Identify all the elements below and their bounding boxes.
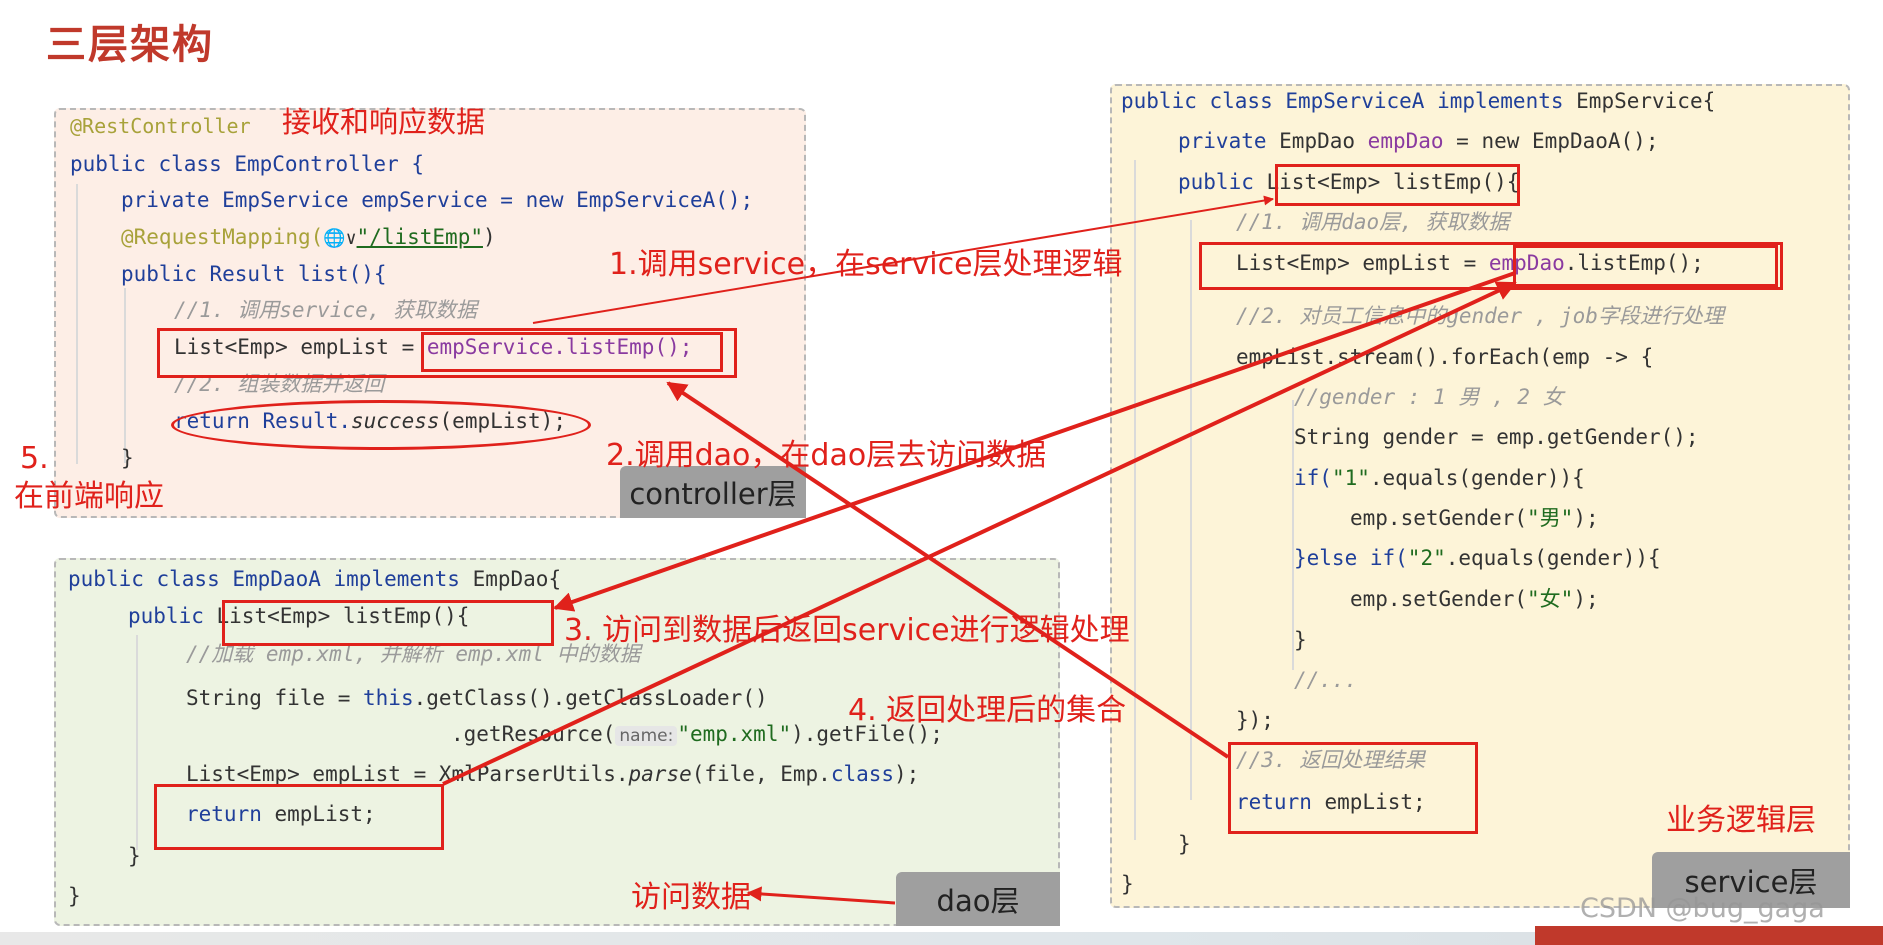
step-2-label: 2.调用dao，在dao层去访问数据 xyxy=(606,438,1047,473)
step-1-label: 1.调用service，在service层处理逻辑 xyxy=(609,247,1123,282)
step-3-label: 3. 访问到数据后返回service进行逻辑处理 xyxy=(564,613,1130,648)
arrow-access-data xyxy=(746,886,896,905)
step-5-label: 在前端响应 xyxy=(14,479,164,514)
step-5-number: 5. xyxy=(20,441,49,476)
step-4-label: 4. 返回处理后的集合 xyxy=(848,693,1127,728)
watermark: CSDN @bug_gaga xyxy=(1580,893,1825,924)
bottom-red-strip xyxy=(1535,926,1883,945)
access-data-label: 访问数据 xyxy=(631,880,751,915)
